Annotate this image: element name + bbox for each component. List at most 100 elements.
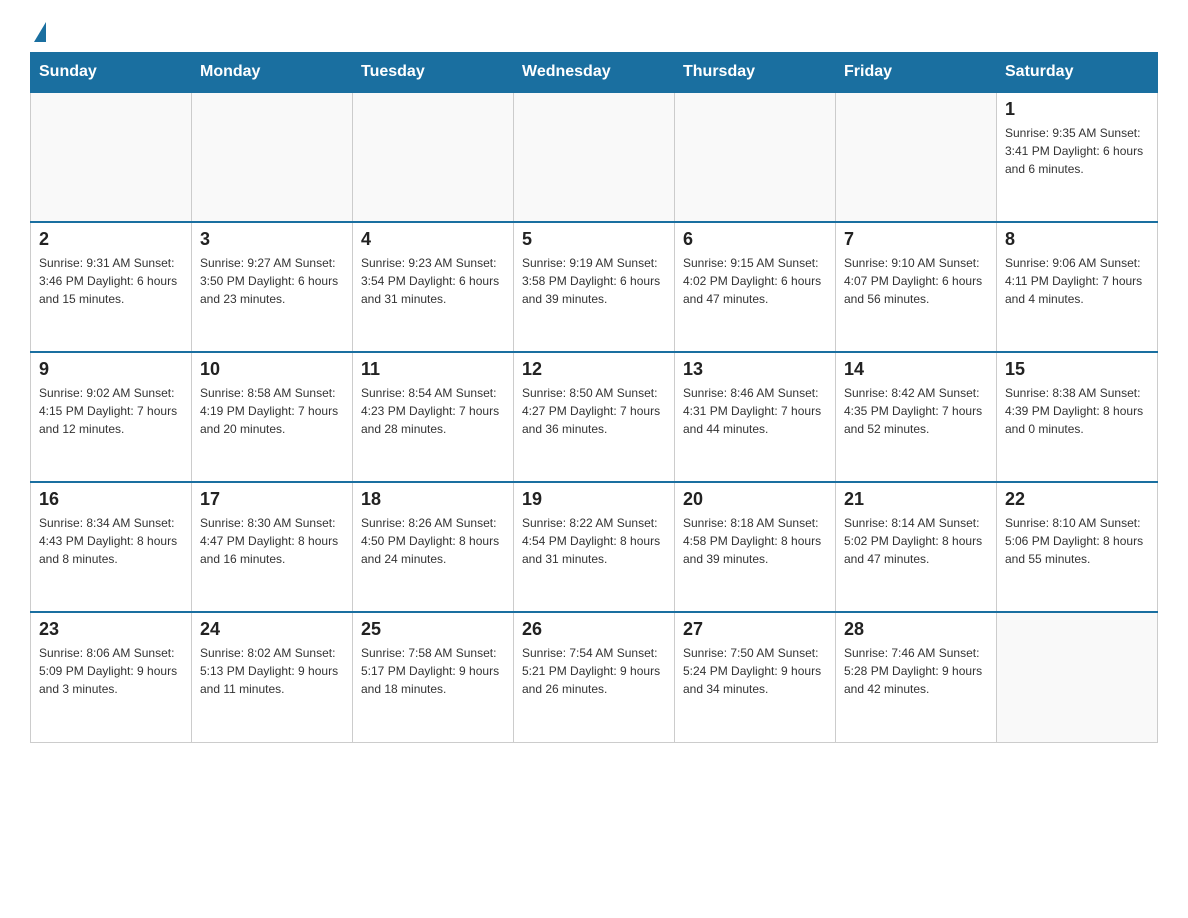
- calendar-cell: [31, 92, 192, 222]
- day-number: 21: [844, 489, 988, 510]
- calendar-cell: 3 Sunrise: 9:27 AM Sunset: 3:50 PM Daylig…: [192, 222, 353, 352]
- day-number: 18: [361, 489, 505, 510]
- day-number: 5: [522, 229, 666, 250]
- calendar-cell: 1 Sunrise: 9:35 AM Sunset: 3:41 PM Daylig…: [997, 92, 1158, 222]
- calendar-cell: [997, 612, 1158, 742]
- weekday-header-monday: Monday: [192, 53, 353, 93]
- day-info: Sunrise: 9:06 AM Sunset: 4:11 PM Dayligh…: [1005, 254, 1149, 308]
- day-number: 26: [522, 619, 666, 640]
- day-number: 4: [361, 229, 505, 250]
- calendar-cell: 14 Sunrise: 8:42 AM Sunset: 4:35 PM Dayli…: [836, 352, 997, 482]
- calendar-cell: 17Sunrise: 8:30 AM Sunset: 4:47 PM Dayli…: [192, 482, 353, 612]
- day-info: Sunrise: 9:15 AM Sunset: 4:02 PM Dayligh…: [683, 254, 827, 308]
- calendar-cell: 24 Sunrise: 8:02 AM Sunset: 5:13 PM Dayli…: [192, 612, 353, 742]
- weekday-header-friday: Friday: [836, 53, 997, 93]
- day-number: 19: [522, 489, 666, 510]
- day-number: 23: [39, 619, 183, 640]
- day-number: 27: [683, 619, 827, 640]
- calendar-cell: 8 Sunrise: 9:06 AM Sunset: 4:11 PM Daylig…: [997, 222, 1158, 352]
- week-row-2: 9 Sunrise: 9:02 AM Sunset: 4:15 PM Daylig…: [31, 352, 1158, 482]
- day-number: 6: [683, 229, 827, 250]
- calendar-cell: 27 Sunrise: 7:50 AM Sunset: 5:24 PM Dayli…: [675, 612, 836, 742]
- day-info: Sunrise: 8:10 AM Sunset: 5:06 PM Dayligh…: [1005, 514, 1149, 568]
- calendar-cell: 16 Sunrise: 8:34 AM Sunset: 4:43 PM Dayli…: [31, 482, 192, 612]
- day-info: Sunrise: 9:27 AM Sunset: 3:50 PM Dayligh…: [200, 254, 344, 308]
- day-info: Sunrise: 7:54 AM Sunset: 5:21 PM Dayligh…: [522, 644, 666, 698]
- calendar-cell: 19 Sunrise: 8:22 AM Sunset: 4:54 PM Dayli…: [514, 482, 675, 612]
- calendar-cell: 11 Sunrise: 8:54 AM Sunset: 4:23 PM Dayli…: [353, 352, 514, 482]
- day-info: Sunrise: 8:38 AM Sunset: 4:39 PM Dayligh…: [1005, 384, 1149, 438]
- calendar-cell: [514, 92, 675, 222]
- calendar-cell: 20Sunrise: 8:18 AM Sunset: 4:58 PM Dayli…: [675, 482, 836, 612]
- day-info: Sunrise: 9:02 AM Sunset: 4:15 PM Dayligh…: [39, 384, 183, 438]
- day-number: 3: [200, 229, 344, 250]
- day-number: 9: [39, 359, 183, 380]
- day-info: Sunrise: 8:22 AM Sunset: 4:54 PM Dayligh…: [522, 514, 666, 568]
- calendar-cell: 13Sunrise: 8:46 AM Sunset: 4:31 PM Dayli…: [675, 352, 836, 482]
- day-info: Sunrise: 8:42 AM Sunset: 4:35 PM Dayligh…: [844, 384, 988, 438]
- calendar-cell: 25 Sunrise: 7:58 AM Sunset: 5:17 PM Dayli…: [353, 612, 514, 742]
- day-number: 8: [1005, 229, 1149, 250]
- day-info: Sunrise: 8:34 AM Sunset: 4:43 PM Dayligh…: [39, 514, 183, 568]
- weekday-header-row: SundayMondayTuesdayWednesdayThursdayFrid…: [31, 53, 1158, 93]
- calendar-cell: 5 Sunrise: 9:19 AM Sunset: 3:58 PM Daylig…: [514, 222, 675, 352]
- calendar-cell: 22Sunrise: 8:10 AM Sunset: 5:06 PM Dayli…: [997, 482, 1158, 612]
- calendar-cell: 12 Sunrise: 8:50 AM Sunset: 4:27 PM Dayli…: [514, 352, 675, 482]
- calendar-cell: 7 Sunrise: 9:10 AM Sunset: 4:07 PM Daylig…: [836, 222, 997, 352]
- day-info: Sunrise: 8:06 AM Sunset: 5:09 PM Dayligh…: [39, 644, 183, 698]
- day-number: 2: [39, 229, 183, 250]
- weekday-header-tuesday: Tuesday: [353, 53, 514, 93]
- day-info: Sunrise: 8:54 AM Sunset: 4:23 PM Dayligh…: [361, 384, 505, 438]
- logo-triangle-icon: [34, 22, 46, 42]
- calendar-cell: 2 Sunrise: 9:31 AM Sunset: 3:46 PM Daylig…: [31, 222, 192, 352]
- calendar-cell: [353, 92, 514, 222]
- day-info: Sunrise: 7:50 AM Sunset: 5:24 PM Dayligh…: [683, 644, 827, 698]
- calendar-cell: 23 Sunrise: 8:06 AM Sunset: 5:09 PM Dayli…: [31, 612, 192, 742]
- day-number: 14: [844, 359, 988, 380]
- day-number: 11: [361, 359, 505, 380]
- day-number: 1: [1005, 99, 1149, 120]
- day-info: Sunrise: 7:58 AM Sunset: 5:17 PM Dayligh…: [361, 644, 505, 698]
- day-info: Sunrise: 8:50 AM Sunset: 4:27 PM Dayligh…: [522, 384, 666, 438]
- day-number: 12: [522, 359, 666, 380]
- calendar-cell: 21 Sunrise: 8:14 AM Sunset: 5:02 PM Dayli…: [836, 482, 997, 612]
- day-info: Sunrise: 9:19 AM Sunset: 3:58 PM Dayligh…: [522, 254, 666, 308]
- week-row-0: 1 Sunrise: 9:35 AM Sunset: 3:41 PM Daylig…: [31, 92, 1158, 222]
- day-info: Sunrise: 8:02 AM Sunset: 5:13 PM Dayligh…: [200, 644, 344, 698]
- calendar-cell: 6 Sunrise: 9:15 AM Sunset: 4:02 PM Daylig…: [675, 222, 836, 352]
- calendar-cell: [675, 92, 836, 222]
- calendar-cell: 9 Sunrise: 9:02 AM Sunset: 4:15 PM Daylig…: [31, 352, 192, 482]
- day-number: 10: [200, 359, 344, 380]
- day-number: 16: [39, 489, 183, 510]
- page-header: [30, 20, 1158, 42]
- day-number: 13: [683, 359, 827, 380]
- day-info: Sunrise: 8:14 AM Sunset: 5:02 PM Dayligh…: [844, 514, 988, 568]
- day-number: 17: [200, 489, 344, 510]
- day-number: 25: [361, 619, 505, 640]
- day-number: 15: [1005, 359, 1149, 380]
- day-info: Sunrise: 7:46 AM Sunset: 5:28 PM Dayligh…: [844, 644, 988, 698]
- week-row-3: 16 Sunrise: 8:34 AM Sunset: 4:43 PM Dayli…: [31, 482, 1158, 612]
- calendar-cell: 4 Sunrise: 9:23 AM Sunset: 3:54 PM Daylig…: [353, 222, 514, 352]
- weekday-header-wednesday: Wednesday: [514, 53, 675, 93]
- calendar-cell: 15 Sunrise: 8:38 AM Sunset: 4:39 PM Dayli…: [997, 352, 1158, 482]
- logo: [30, 20, 46, 42]
- day-info: Sunrise: 8:18 AM Sunset: 4:58 PM Dayligh…: [683, 514, 827, 568]
- day-info: Sunrise: 9:23 AM Sunset: 3:54 PM Dayligh…: [361, 254, 505, 308]
- calendar-cell: 18Sunrise: 8:26 AM Sunset: 4:50 PM Dayli…: [353, 482, 514, 612]
- day-number: 7: [844, 229, 988, 250]
- weekday-header-thursday: Thursday: [675, 53, 836, 93]
- calendar-cell: 28 Sunrise: 7:46 AM Sunset: 5:28 PM Dayli…: [836, 612, 997, 742]
- day-info: Sunrise: 9:31 AM Sunset: 3:46 PM Dayligh…: [39, 254, 183, 308]
- calendar-table: SundayMondayTuesdayWednesdayThursdayFrid…: [30, 52, 1158, 743]
- day-info: Sunrise: 9:35 AM Sunset: 3:41 PM Dayligh…: [1005, 124, 1149, 178]
- week-row-1: 2 Sunrise: 9:31 AM Sunset: 3:46 PM Daylig…: [31, 222, 1158, 352]
- weekday-header-sunday: Sunday: [31, 53, 192, 93]
- day-number: 28: [844, 619, 988, 640]
- day-info: Sunrise: 8:58 AM Sunset: 4:19 PM Dayligh…: [200, 384, 344, 438]
- calendar-cell: 10 Sunrise: 8:58 AM Sunset: 4:19 PM Dayli…: [192, 352, 353, 482]
- day-info: Sunrise: 9:10 AM Sunset: 4:07 PM Dayligh…: [844, 254, 988, 308]
- weekday-header-saturday: Saturday: [997, 53, 1158, 93]
- calendar-cell: [836, 92, 997, 222]
- day-number: 24: [200, 619, 344, 640]
